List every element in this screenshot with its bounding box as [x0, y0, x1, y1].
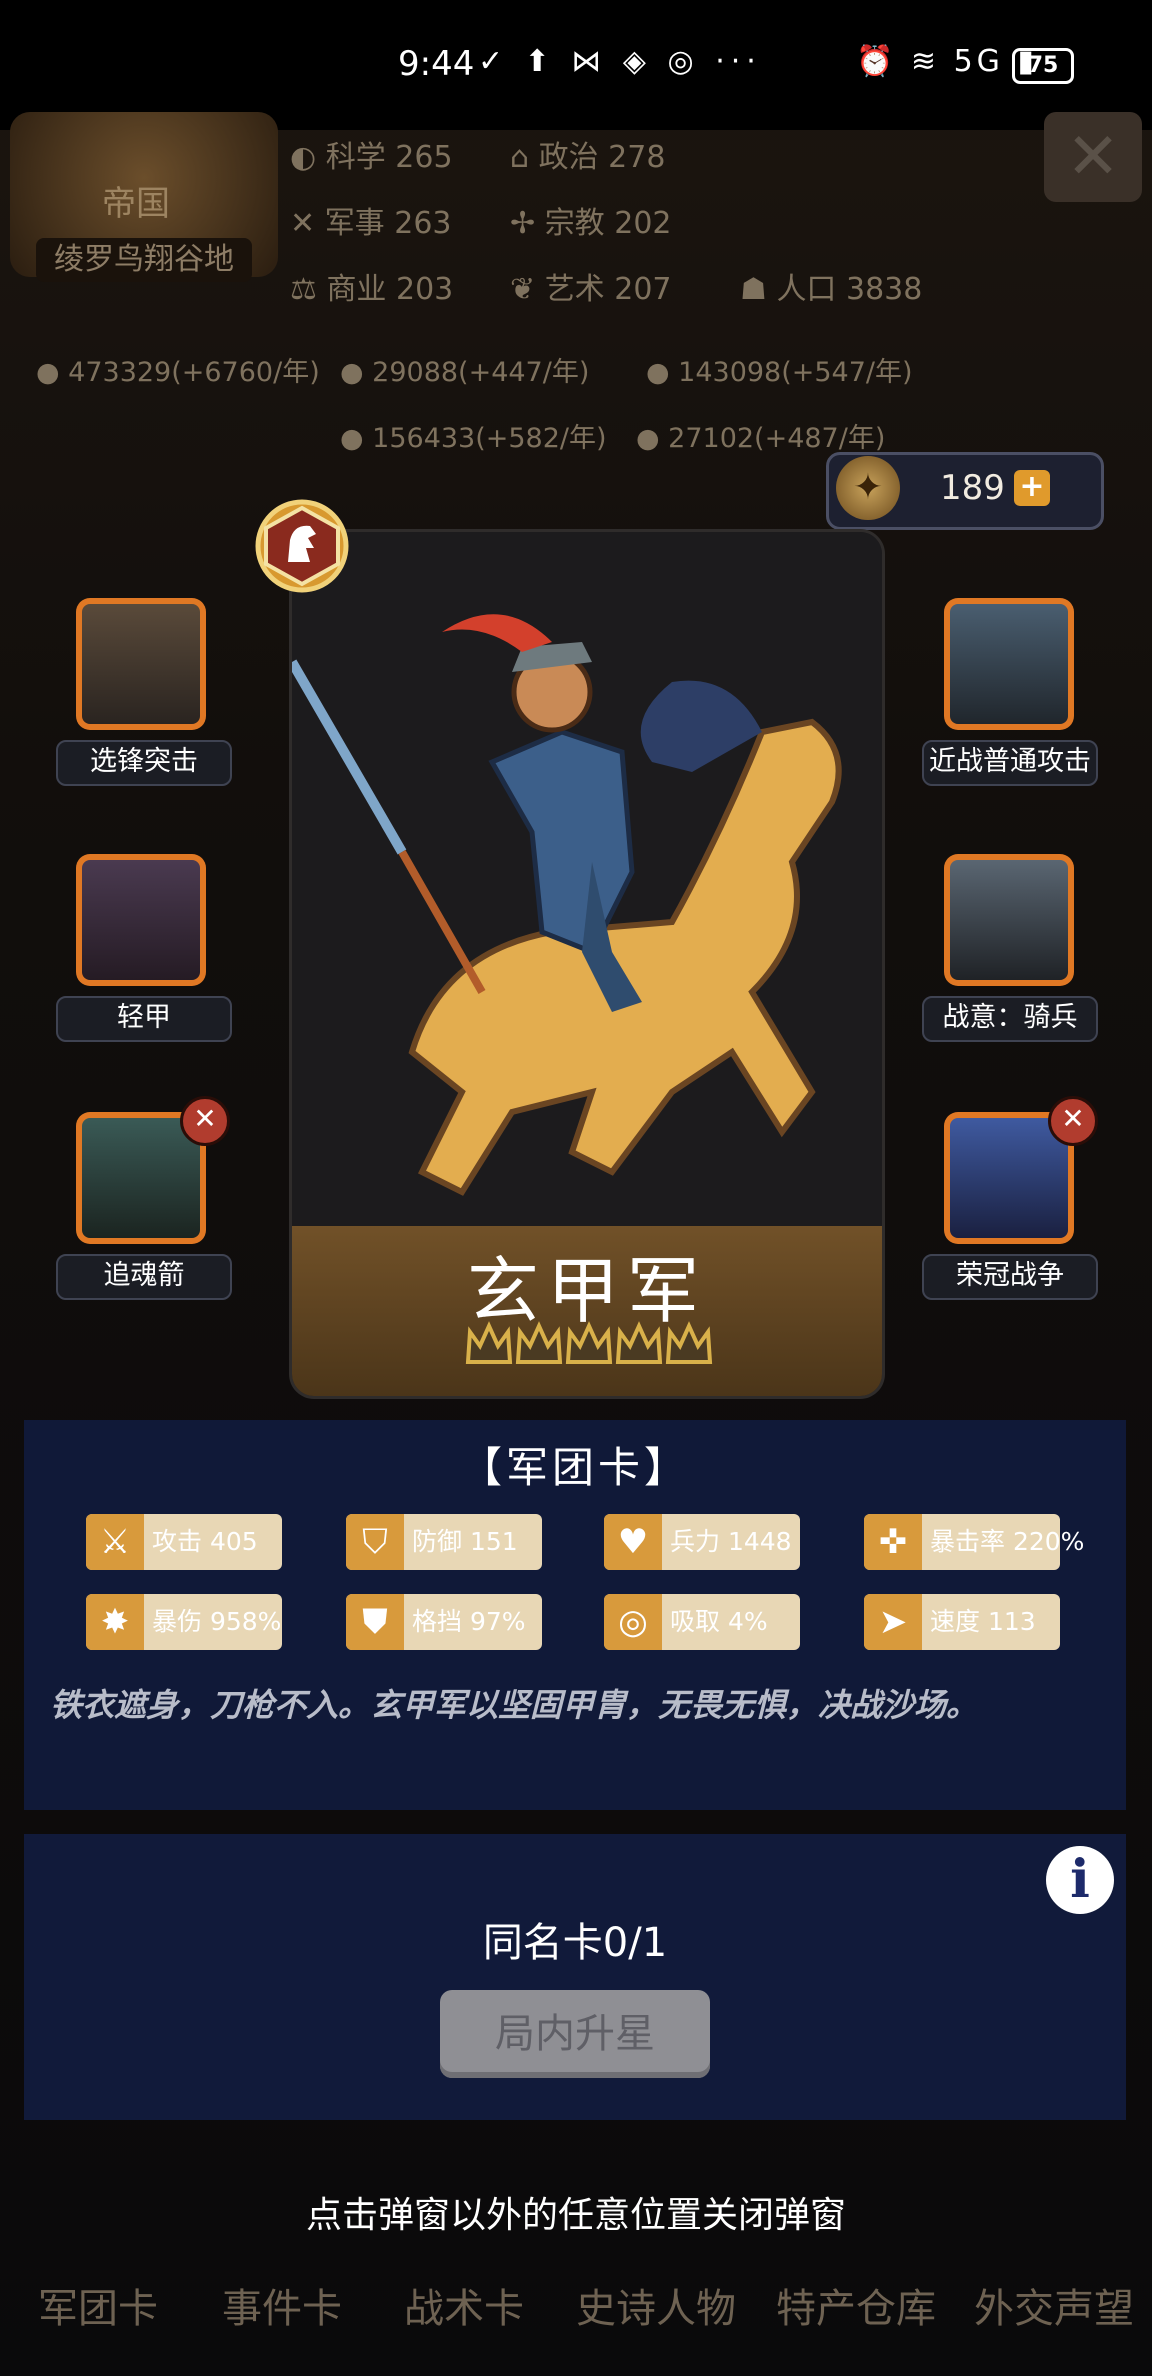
stat-commerce: ⚖ 商业 203	[290, 272, 454, 307]
star-crowns	[465, 1321, 713, 1364]
info-icon[interactable]: i	[1046, 1846, 1114, 1914]
crest-coin-icon: ✦	[836, 456, 900, 520]
nav-legion-cards[interactable]: 军团卡	[8, 2276, 188, 2334]
card-description: 铁衣遮身，刀枪不入。玄甲军以坚固甲胄，无畏无惧，决战沙场。	[50, 1686, 979, 1724]
stat-military: ✕ 军事 263	[290, 206, 452, 241]
stat-troops: ♥ 兵力 1448	[604, 1514, 800, 1570]
skill-label: 追魂箭	[56, 1254, 232, 1300]
stat-art: ❦ 艺术 207	[510, 272, 672, 307]
emblem-label: 帝国	[102, 184, 170, 224]
remove-skill-icon[interactable]: ✕	[180, 1096, 230, 1146]
drain-icon: ◎	[604, 1594, 662, 1650]
stat-religion: ✢ 宗教 202	[510, 206, 672, 241]
crosshair-icon: ✜	[864, 1514, 922, 1570]
block-icon: ⛊	[346, 1594, 404, 1650]
income-gold: ● 473329(+6760/年)	[36, 357, 320, 388]
income-iron: ● 143098(+547/年)	[646, 357, 913, 388]
duplicate-count: 同名卡0/1	[482, 1920, 668, 1966]
stat-block: ⛊ 格挡 97%	[346, 1594, 542, 1650]
close-icon[interactable]: ✕	[1044, 112, 1142, 202]
unit-card: 玄甲军	[292, 532, 882, 1396]
card-type-title: 【军团卡】	[459, 1443, 690, 1492]
stat-population: ☗ 人口 3838	[740, 272, 923, 307]
crown-star-icon	[615, 1321, 663, 1364]
heart-icon: ♥	[604, 1514, 662, 1570]
stat-science: ◐ 科学 265	[290, 140, 453, 175]
shield-icon: ⛉	[346, 1514, 404, 1570]
boot-icon: ➤	[864, 1594, 922, 1650]
nav-epic-figures[interactable]: 史诗人物	[556, 2276, 756, 2334]
skill-slot-melee-attack[interactable]	[944, 598, 1074, 730]
nav-diplomacy[interactable]: 外交声望	[956, 2276, 1152, 2334]
upgrade-star-button[interactable]: 局内升星	[440, 1990, 710, 2078]
stat-attack: ⚔ 攻击 405	[86, 1514, 282, 1570]
nav-event-cards[interactable]: 事件卡	[192, 2276, 372, 2334]
income-food: ● 27102(+487/年)	[636, 423, 886, 454]
skill-slot-light-armor[interactable]	[76, 854, 206, 986]
skill-slot-cavalry-spirit[interactable]	[944, 854, 1074, 986]
burst-icon: ✸	[86, 1594, 144, 1650]
stat-speed: ➤ 速度 113	[864, 1594, 1060, 1650]
crown-star-icon	[515, 1321, 563, 1364]
stat-defense: ⛉ 防御 151	[346, 1514, 542, 1570]
crown-star-icon	[465, 1321, 513, 1364]
system-icons: ⏰ ≋ 5G ▮	[856, 44, 1038, 79]
knight-rank-icon	[255, 499, 349, 593]
income-stone: ● 156433(+582/年)	[340, 423, 607, 454]
skill-label: 轻甲	[56, 996, 232, 1042]
crown-star-icon	[565, 1321, 613, 1364]
stat-crit-damage: ✸ 暴伤 958%	[86, 1594, 282, 1650]
skill-slot-vanguard-charge[interactable]	[76, 598, 206, 730]
nav-tactic-cards[interactable]: 战术卡	[374, 2276, 554, 2334]
stat-drain: ◎ 吸取 4%	[604, 1594, 800, 1650]
income-wood: ● 29088(+447/年)	[340, 357, 590, 388]
sword-icon: ⚔	[86, 1514, 144, 1570]
nav-specialty-warehouse[interactable]: 特产仓库	[756, 2276, 956, 2334]
crown-star-icon	[665, 1321, 713, 1364]
region-name: 绫罗鸟翔谷地	[36, 238, 252, 282]
notification-icons: ✓ ⬆ ⋈ ◈ ◎ ···	[478, 44, 762, 79]
skill-label: 近战普通攻击	[922, 740, 1098, 786]
stat-politics: ⌂ 政治 278	[510, 140, 666, 175]
battery-indicator: 75	[1012, 48, 1074, 84]
clock: 9:44	[398, 44, 475, 84]
remove-skill-icon[interactable]: ✕	[1048, 1096, 1098, 1146]
cavalry-artwork	[292, 532, 882, 1232]
add-currency-button[interactable]: +	[1014, 470, 1050, 506]
currency-value: 189	[940, 468, 1005, 508]
skill-label: 荣冠战争	[922, 1254, 1098, 1300]
stat-crit-rate: ✜ 暴击率 220%	[864, 1514, 1084, 1570]
skill-label: 选锋突击	[56, 740, 232, 786]
skill-label: 战意：骑兵	[922, 996, 1098, 1042]
